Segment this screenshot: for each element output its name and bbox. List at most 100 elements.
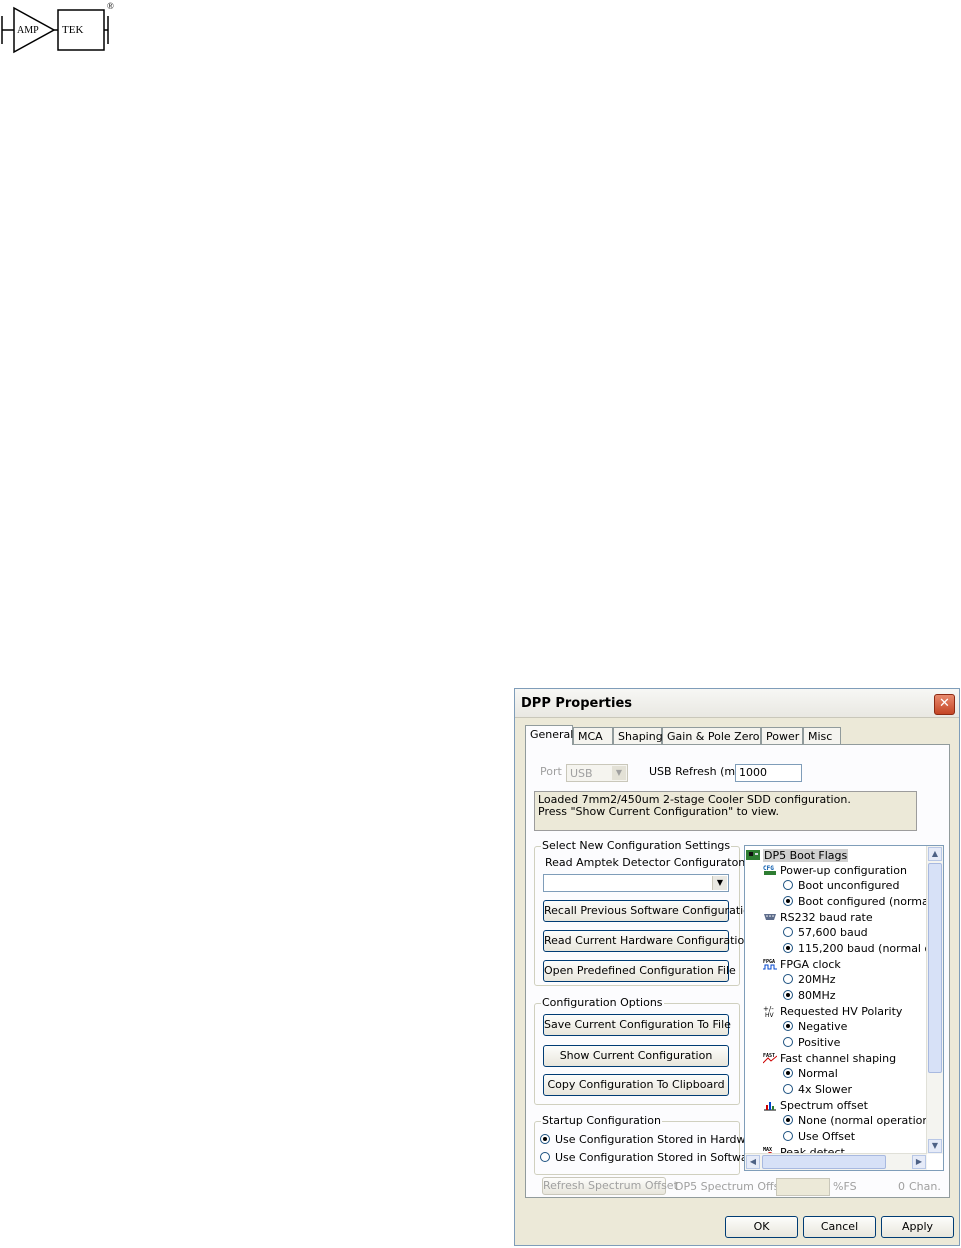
- tree-option-label: 4x Slower: [798, 1083, 853, 1096]
- ok-button[interactable]: OK: [725, 1216, 798, 1238]
- tree-section-label: FPGA clock: [780, 958, 841, 971]
- logo-registered-mark: ®: [107, 1, 114, 11]
- tree-section-rs232[interactable]: RS232 baud rate: [763, 910, 873, 925]
- svg-text:HV: HV: [765, 1012, 775, 1017]
- use-hardware-config-radio[interactable]: Use Configuration Stored in Hardware: [540, 1133, 763, 1146]
- tree-option-label: Positive: [798, 1036, 841, 1049]
- tab-shaping[interactable]: Shaping: [613, 727, 663, 744]
- config-options-group: Configuration Options Save Current Confi…: [534, 996, 740, 1105]
- radio-selected-icon: [783, 1115, 793, 1125]
- read-detector-label: Read Amptek Detector Configuraton: [545, 856, 746, 869]
- tree-option-none[interactable]: None (normal operation): [783, 1113, 934, 1128]
- dpp-properties-dialog: DPP Properties ✕ General MCA Shaping Gai…: [514, 688, 960, 1246]
- tree-section-label: Spectrum offset: [780, 1099, 868, 1112]
- status-message-line2: Press "Show Current Configuration" to vi…: [538, 805, 780, 818]
- use-software-config-label: Use Configuration Stored in Software: [555, 1151, 759, 1164]
- chevron-down-icon: ▼: [612, 766, 626, 780]
- spectrum-offset-label: DP5 Spectrum Offset: [675, 1180, 791, 1193]
- radio-selected-icon: [783, 990, 793, 1000]
- tree-option-57600[interactable]: 57,600 baud: [783, 925, 868, 940]
- port-select: USB ▼: [566, 764, 628, 782]
- scroll-right-icon[interactable]: ▶: [912, 1155, 926, 1169]
- tree-option-boot-configured[interactable]: Boot configured (normal ope: [783, 894, 944, 909]
- startup-config-group-title: Startup Configuration: [541, 1114, 662, 1127]
- use-hardware-config-label: Use Configuration Stored in Hardware: [555, 1133, 764, 1146]
- scroll-down-icon[interactable]: ▼: [928, 1139, 942, 1153]
- read-hardware-config-button[interactable]: Read Current Hardware Configuration: [543, 930, 751, 952]
- radio-selected-icon: [783, 1021, 793, 1031]
- svg-text:FAST: FAST: [763, 1053, 775, 1059]
- tab-misc[interactable]: Misc: [803, 727, 841, 744]
- tree-option-use-offset[interactable]: Use Offset: [783, 1129, 855, 1144]
- tree-vertical-scrollbar[interactable]: ▲ ▼: [926, 846, 943, 1154]
- tab-mca[interactable]: MCA: [573, 727, 613, 744]
- radio-selected-icon: [783, 943, 793, 953]
- open-predefined-config-button[interactable]: Open Predefined Configuration File: [543, 960, 736, 982]
- port-label: Port: [540, 765, 562, 778]
- boot-flags-tree[interactable]: DP5 Boot Flags CFG Power-up configuration…: [744, 845, 944, 1171]
- tree-option-label: Normal: [798, 1067, 838, 1080]
- radio-selected-icon: [783, 896, 793, 906]
- radio-unselected-icon: [783, 880, 793, 890]
- save-config-to-file-button[interactable]: Save Current Configuration To File: [543, 1014, 731, 1036]
- tree-section-fpga-clock[interactable]: FPGA FPGA clock: [763, 957, 841, 972]
- title-bar[interactable]: DPP Properties ✕: [515, 689, 959, 718]
- tree-horizontal-scrollbar[interactable]: ◀ ▶: [745, 1153, 927, 1170]
- tree-section-fast-channel[interactable]: FAST Fast channel shaping: [763, 1051, 896, 1066]
- close-icon: ✕: [939, 696, 950, 711]
- serial-port-icon: [764, 914, 776, 920]
- scroll-left-icon[interactable]: ◀: [746, 1155, 760, 1169]
- dialog-title: DPP Properties: [521, 696, 633, 711]
- use-software-config-radio[interactable]: Use Configuration Stored in Software: [540, 1151, 759, 1164]
- tree-section-label: Power-up configuration: [780, 864, 907, 877]
- show-current-config-button[interactable]: Show Current Configuration: [543, 1045, 729, 1067]
- usb-refresh-input[interactable]: 1000: [735, 764, 802, 782]
- select-config-group: Select New Configuration Settings Read A…: [534, 839, 757, 986]
- tree-section-label: RS232 baud rate: [780, 911, 873, 924]
- spectrum-offset-unit: %FS: [833, 1180, 857, 1193]
- horizontal-scroll-thumb[interactable]: [762, 1155, 886, 1169]
- radio-unselected-icon: [540, 1152, 550, 1162]
- amptek-logo: AMP TEK ®: [1, 1, 114, 54]
- tab-power[interactable]: Power: [761, 727, 803, 744]
- port-value: USB: [570, 767, 593, 780]
- scroll-up-icon[interactable]: ▲: [928, 847, 942, 861]
- tree-section-spectrum-offset[interactable]: Spectrum offset: [763, 1098, 868, 1113]
- recall-software-config-button[interactable]: Recall Previous Software Configuration: [543, 900, 757, 922]
- tree-section-hv-polarity[interactable]: +/- HV Requested HV Polarity: [763, 1004, 902, 1019]
- svg-text:CFG: CFG: [763, 865, 774, 872]
- tree-option-20mhz[interactable]: 20MHz: [783, 972, 836, 987]
- tree-option-label: None (normal operation): [798, 1114, 934, 1127]
- tab-general[interactable]: General: [525, 725, 573, 745]
- fast-channel-icon: FAST: [763, 1053, 777, 1064]
- tab-gain-pole-zero[interactable]: Gain & Pole Zero: [662, 727, 761, 744]
- tree-root-item[interactable]: DP5 Boot Flags: [746, 848, 849, 863]
- spectrum-offset-icon: [764, 1102, 776, 1111]
- tree-option-negative[interactable]: Negative: [783, 1019, 847, 1034]
- tree-option-80mhz[interactable]: 80MHz: [783, 988, 836, 1003]
- channel-value: 0: [898, 1180, 905, 1193]
- refresh-spectrum-offset-button[interactable]: Refresh Spectrum Offset: [542, 1177, 678, 1195]
- close-button[interactable]: ✕: [934, 694, 955, 715]
- detector-config-dropdown[interactable]: ▼: [543, 874, 729, 892]
- tree-option-label: 20MHz: [798, 973, 836, 986]
- radio-unselected-icon: [783, 927, 793, 937]
- hv-polarity-icon: +/-HV: [763, 1005, 775, 1017]
- tree-option-4x-slower[interactable]: 4x Slower: [783, 1082, 852, 1097]
- apply-button[interactable]: Apply: [881, 1216, 954, 1238]
- cancel-button[interactable]: Cancel: [803, 1216, 876, 1238]
- vertical-scroll-thumb[interactable]: [928, 863, 942, 1073]
- tree-option-label: 57,600 baud: [798, 926, 868, 939]
- tree-option-normal[interactable]: Normal: [783, 1066, 838, 1081]
- tree-option-positive[interactable]: Positive: [783, 1035, 840, 1050]
- tree-option-115200[interactable]: 115,200 baud (normal opera: [783, 941, 943, 956]
- spectrum-offset-input[interactable]: [776, 1178, 830, 1196]
- radio-unselected-icon: [783, 1084, 793, 1094]
- tree-option-label: Boot configured (normal ope: [798, 895, 944, 908]
- tree-section-power-up[interactable]: CFG Power-up configuration: [763, 863, 907, 878]
- tree-option-boot-unconfigured[interactable]: Boot unconfigured: [783, 878, 899, 893]
- radio-selected-icon: [540, 1134, 550, 1144]
- fpga-clock-icon: FPGA: [763, 959, 777, 970]
- copy-config-to-clipboard-button[interactable]: Copy Configuration To Clipboard: [543, 1074, 729, 1096]
- radio-selected-icon: [783, 1068, 793, 1078]
